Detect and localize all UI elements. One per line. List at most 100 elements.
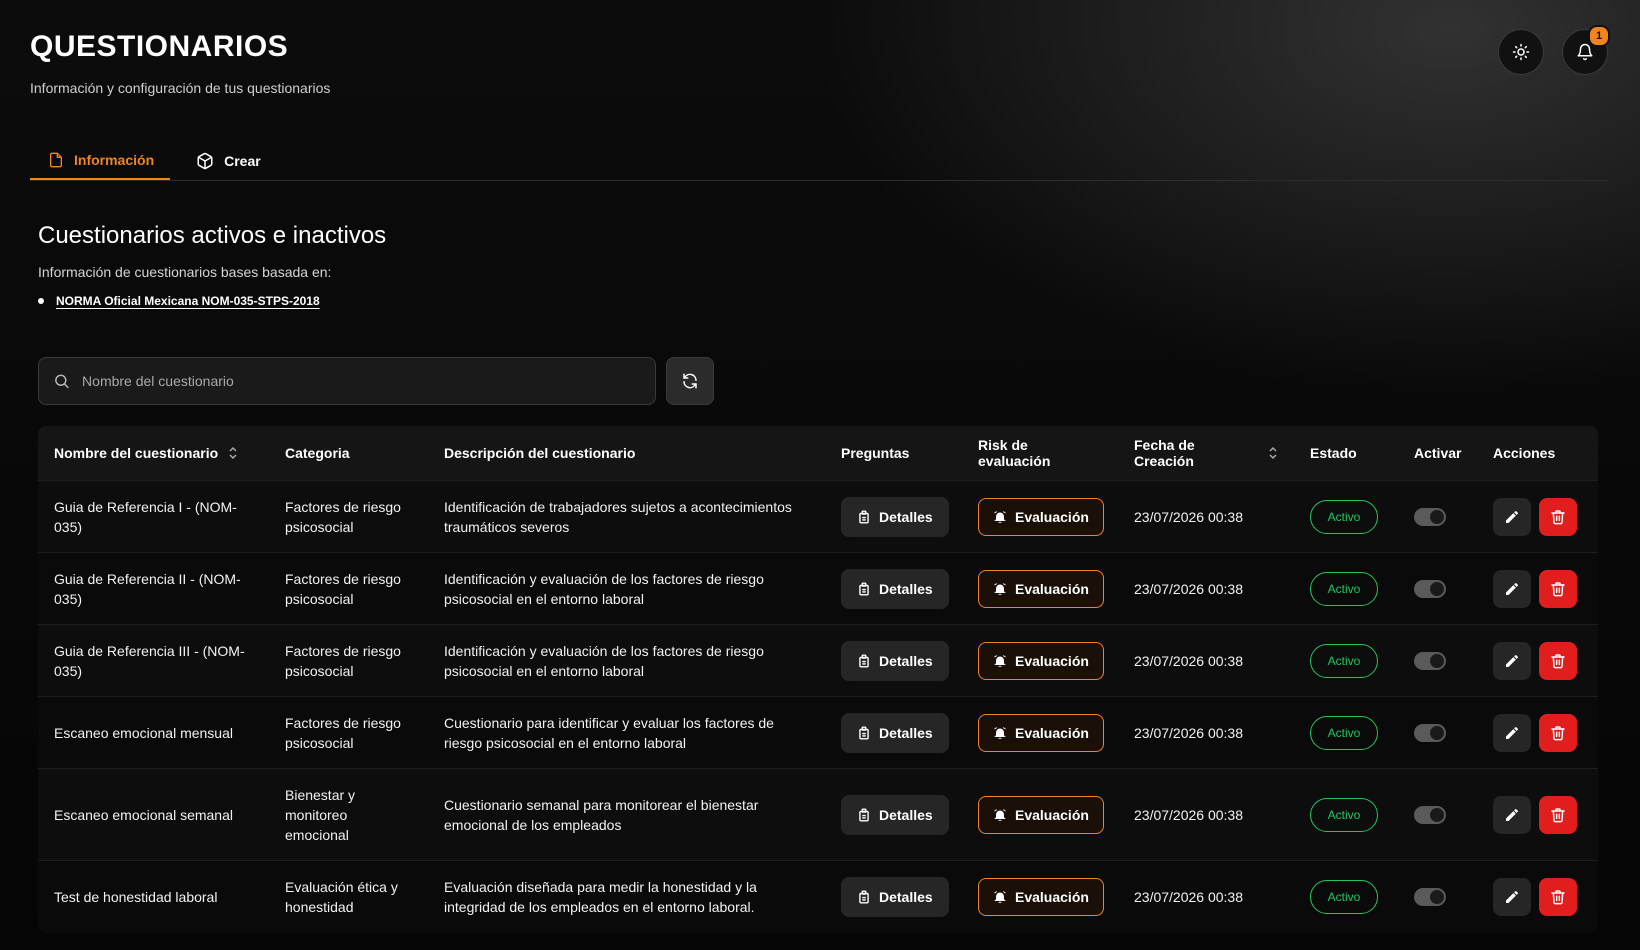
cell-actions	[1477, 860, 1598, 933]
delete-button[interactable]	[1539, 497, 1577, 536]
evaluation-button[interactable]: Evaluación	[978, 497, 1104, 536]
cell-risk: Evaluación	[962, 552, 1118, 625]
activate-toggle[interactable]	[1414, 651, 1446, 670]
toggle-knob	[1430, 509, 1444, 524]
details-button[interactable]: Detalles	[841, 640, 949, 681]
cell-actions	[1477, 696, 1598, 769]
pencil-icon	[1506, 654, 1518, 667]
cell-actions	[1477, 624, 1598, 697]
cell-date: 23/07/2026 00:38	[1118, 480, 1294, 553]
pencil-icon	[1506, 726, 1518, 739]
page: QUESTIONARIOS Información y configuració…	[0, 0, 1640, 950]
cell-risk: Evaluación	[962, 768, 1118, 861]
edit-button[interactable]	[1493, 877, 1531, 916]
cell-activate	[1398, 860, 1477, 933]
cell-status: Activo	[1294, 624, 1398, 697]
edit-button[interactable]	[1493, 569, 1531, 608]
col-header-category: Categoria	[269, 426, 428, 481]
activate-toggle[interactable]	[1414, 805, 1446, 824]
clipboard-icon	[859, 509, 869, 524]
edit-button[interactable]	[1493, 641, 1531, 680]
trash-icon	[1551, 890, 1565, 905]
edit-button[interactable]	[1493, 795, 1531, 834]
edit-button[interactable]	[1493, 713, 1531, 752]
row-actions	[1493, 795, 1582, 834]
cell-name: Test de honestidad laboral	[38, 860, 269, 933]
theme-toggle-button[interactable]	[1498, 29, 1544, 75]
bullet-icon	[38, 298, 44, 304]
search-icon	[55, 374, 69, 389]
evaluation-button[interactable]: Evaluación	[978, 795, 1104, 834]
clipboard-icon	[859, 653, 869, 668]
details-button[interactable]: Detalles	[841, 876, 949, 917]
trash-icon	[1551, 509, 1565, 524]
cell-name: Guia de Referencia II - (NOM-035)	[38, 552, 269, 625]
delete-button[interactable]	[1539, 713, 1577, 752]
cell-activate	[1398, 624, 1477, 697]
reference-link[interactable]: NORMA Oficial Mexicana NOM-035-STPS-2018	[56, 294, 320, 308]
tab-crear[interactable]: Crear	[178, 142, 277, 180]
details-button[interactable]: Detalles	[841, 794, 949, 835]
evaluation-button[interactable]: Evaluación	[978, 641, 1104, 680]
status-badge: Activo	[1310, 879, 1378, 914]
notifications-button[interactable]: 1	[1562, 25, 1610, 75]
refresh-button[interactable]	[666, 357, 714, 405]
cell-activate	[1398, 696, 1477, 769]
delete-button[interactable]	[1539, 877, 1577, 916]
activate-toggle[interactable]	[1414, 723, 1446, 742]
cell-date: 23/07/2026 00:38	[1118, 768, 1294, 861]
cell-date: 23/07/2026 00:38	[1118, 696, 1294, 769]
toggle-knob	[1430, 653, 1444, 668]
row-actions	[1493, 877, 1582, 916]
col-header-date-label: Fecha de Creación	[1134, 437, 1195, 469]
cube-icon	[197, 152, 213, 170]
tab-crear-label: Crear	[224, 153, 261, 169]
delete-button[interactable]	[1539, 569, 1577, 608]
alarm-icon	[994, 654, 1006, 667]
alarm-icon	[994, 510, 1006, 523]
row-actions	[1493, 569, 1582, 608]
cell-status: Activo	[1294, 860, 1398, 933]
details-button[interactable]: Detalles	[841, 496, 949, 537]
evaluation-button-label: Evaluación	[1015, 580, 1089, 597]
cell-category: Bienestar y monitoreo emocional	[269, 768, 428, 861]
trash-icon	[1551, 581, 1565, 596]
document-icon	[50, 152, 62, 168]
search-input[interactable]	[80, 372, 641, 390]
evaluation-button[interactable]: Evaluación	[978, 569, 1104, 608]
delete-button[interactable]	[1539, 795, 1577, 834]
cell-actions	[1477, 768, 1598, 861]
activate-toggle[interactable]	[1414, 887, 1446, 906]
page-header: QUESTIONARIOS Información y configuració…	[30, 30, 330, 96]
cell-questions: Detalles	[825, 860, 962, 933]
clipboard-icon	[859, 890, 869, 904]
activate-toggle[interactable]	[1414, 579, 1446, 598]
sort-icon	[1269, 446, 1277, 460]
toggle-knob	[1430, 807, 1444, 822]
evaluation-button[interactable]: Evaluación	[978, 713, 1104, 752]
cell-category: Factores de riesgo psicosocial	[269, 552, 428, 625]
table-row: Guia de Referencia II - (NOM-035) Factor…	[38, 552, 1598, 625]
tab-informacion[interactable]: Información	[30, 142, 171, 180]
col-header-name[interactable]: Nombre del cuestionario	[38, 426, 269, 481]
cell-actions	[1477, 480, 1598, 553]
cell-questions: Detalles	[825, 768, 962, 861]
row-actions	[1493, 641, 1582, 680]
edit-button[interactable]	[1493, 497, 1531, 536]
trash-icon	[1551, 807, 1565, 822]
cell-questions: Detalles	[825, 696, 962, 769]
details-button[interactable]: Detalles	[841, 568, 949, 609]
row-actions	[1493, 713, 1582, 752]
delete-button[interactable]	[1539, 641, 1577, 680]
evaluation-button-label: Evaluación	[1015, 508, 1089, 525]
evaluation-button-label: Evaluación	[1015, 806, 1089, 823]
top-actions: 1	[1498, 25, 1610, 75]
status-badge: Activo	[1310, 571, 1378, 606]
search-box	[38, 357, 656, 405]
pencil-icon	[1506, 890, 1518, 903]
details-button[interactable]: Detalles	[841, 712, 949, 753]
col-header-date[interactable]: Fecha de Creación	[1118, 426, 1294, 481]
table-row: Guia de Referencia I - (NOM-035) Factore…	[38, 480, 1598, 553]
evaluation-button[interactable]: Evaluación	[978, 877, 1104, 916]
activate-toggle[interactable]	[1414, 507, 1446, 526]
